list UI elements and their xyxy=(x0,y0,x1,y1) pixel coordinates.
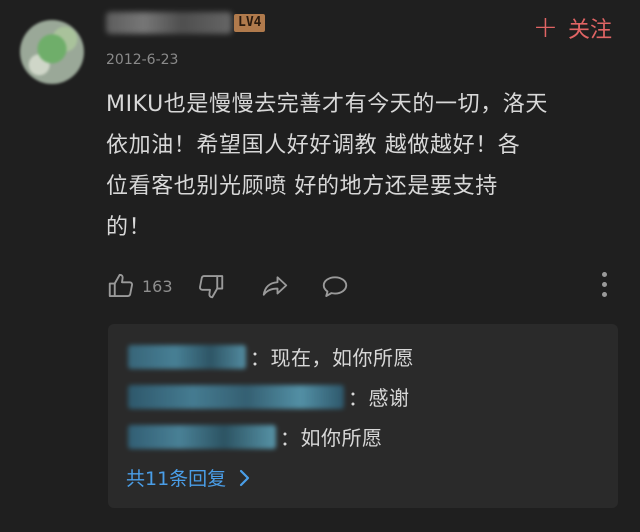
reply-username-blurred[interactable] xyxy=(128,384,344,409)
replies-panel: ：现在，如你所愿 ：感谢 ：如你所愿 共11条回复 xyxy=(108,324,618,508)
thumbs-up-icon xyxy=(108,273,133,297)
share-button[interactable] xyxy=(260,271,320,301)
total-replies-label: 共11条回复 xyxy=(126,468,227,490)
dislike-button[interactable] xyxy=(196,271,260,301)
reply-button[interactable] xyxy=(320,271,360,301)
reply-item[interactable]: ：如你所愿 xyxy=(128,422,383,451)
follow-button[interactable]: + 关注 xyxy=(533,12,612,44)
comment-line: 依加油！希望国人好好调教 越做越好！各 xyxy=(106,133,521,158)
plus-icon: + xyxy=(532,10,558,45)
reply-text: ：现在，如你所愿 xyxy=(250,346,414,370)
more-dots-icon xyxy=(601,272,607,277)
more-dot xyxy=(601,282,607,287)
comment-line: 位看客也别光顾喷 好的地方还是要支持 xyxy=(106,174,498,199)
post-date: 2012-6-23 xyxy=(106,52,179,68)
comment-line: 的！ xyxy=(106,215,152,240)
comment-line: MIKU也是慢慢去完善才有今天的一切，洛天 xyxy=(106,92,549,117)
more-options-button[interactable] xyxy=(600,272,608,300)
like-button[interactable]: 163 xyxy=(106,271,196,301)
reply-item[interactable]: ：现在，如你所愿 xyxy=(128,342,414,371)
comment-text: MIKU也是慢慢去完善才有今天的一切，洛天 依加油！希望国人好好调教 越做越好！… xyxy=(106,84,620,248)
view-all-replies-link[interactable]: 共11条回复 xyxy=(126,464,252,491)
like-count: 163 xyxy=(142,276,173,296)
thumbs-down-icon xyxy=(199,275,224,299)
speech-bubble-icon xyxy=(322,276,348,297)
username-blurred[interactable] xyxy=(106,12,232,34)
reply-username-blurred[interactable] xyxy=(128,424,276,449)
action-bar: 163 xyxy=(106,268,620,304)
follow-label: 关注 xyxy=(567,18,612,43)
reply-text: ：如你所愿 xyxy=(280,426,383,450)
chevron-right-icon xyxy=(240,469,250,486)
more-dot xyxy=(601,292,607,297)
avatar[interactable] xyxy=(20,20,84,84)
reply-username-blurred[interactable] xyxy=(128,344,246,369)
share-arrow-icon xyxy=(262,276,288,296)
reply-item[interactable]: ：感谢 xyxy=(128,382,410,411)
level-badge: LV4 xyxy=(234,14,266,32)
reply-text: ：感谢 xyxy=(348,386,410,410)
